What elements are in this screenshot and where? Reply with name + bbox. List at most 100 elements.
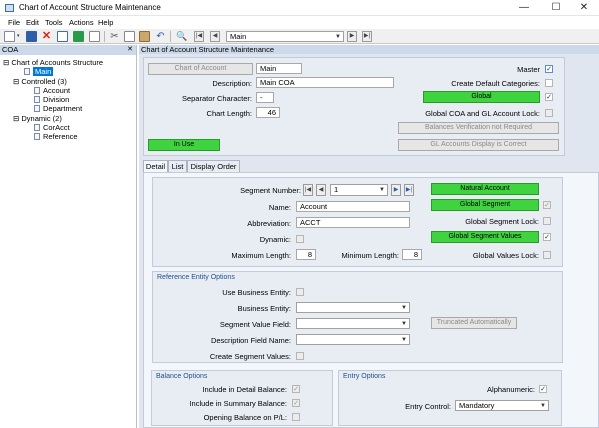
- balances-verification-button[interactable]: Balances Verification not Required: [398, 122, 559, 134]
- global-segment-lock-checkbox[interactable]: [543, 217, 551, 225]
- tree-node-department[interactable]: Department: [34, 104, 82, 113]
- first-record-button[interactable]: |◀: [194, 31, 204, 42]
- coa-tree-panel: COA ✕ ⊟ Chart of Accounts Structure Main…: [0, 45, 137, 428]
- window-title: Chart of Account Structure Maintenance: [19, 3, 161, 12]
- collapse-icon[interactable]: ⊟: [3, 58, 9, 67]
- maximum-length-field[interactable]: 8: [296, 249, 316, 260]
- use-business-entity-checkbox[interactable]: [296, 288, 304, 296]
- refresh-icon[interactable]: [73, 31, 84, 42]
- global-values-lock-label: Global Values Lock:: [472, 251, 539, 260]
- natural-account-button[interactable]: Natural Account: [431, 183, 539, 195]
- tree-node-root-label: Chart of Accounts Structure: [11, 58, 104, 67]
- in-use-button[interactable]: In Use: [148, 139, 220, 151]
- close-icon[interactable]: ✕: [127, 45, 133, 55]
- tree-node-controlled[interactable]: ⊟ Controlled (3): [13, 77, 67, 86]
- description-field-name-label: Description Field Name:: [210, 336, 291, 345]
- global-button[interactable]: Global: [423, 91, 540, 103]
- tree-node-account[interactable]: Account: [34, 86, 70, 95]
- next-segment-button[interactable]: ▶: [391, 184, 401, 196]
- chart-of-account-button[interactable]: Chart of Account: [148, 63, 253, 75]
- next-record-button[interactable]: ▶: [347, 31, 357, 42]
- separator-character-field[interactable]: -: [256, 92, 274, 103]
- abbreviation-field[interactable]: ACCT: [296, 217, 410, 228]
- global-checkbox[interactable]: ✓: [545, 93, 553, 101]
- global-coa-lock-checkbox[interactable]: [545, 109, 553, 117]
- collapse-icon[interactable]: ⊟: [13, 114, 19, 123]
- master-checkbox[interactable]: ✓: [545, 65, 553, 73]
- menu-edit[interactable]: Edit: [26, 18, 39, 27]
- tree-node-division[interactable]: Division: [34, 95, 69, 104]
- separator-character-label: Separator Character:: [181, 94, 252, 103]
- menu-help[interactable]: Help: [98, 18, 113, 27]
- previous-segment-button[interactable]: ◀: [316, 184, 326, 196]
- create-segment-values-checkbox[interactable]: [296, 352, 304, 360]
- last-segment-button[interactable]: ▶|: [404, 184, 414, 196]
- segment-number-select[interactable]: 1 ▼: [330, 184, 388, 196]
- business-entity-select[interactable]: ▼: [296, 302, 410, 313]
- reference-entity-options-title: Reference Entity Options: [157, 274, 235, 281]
- toolbar: ▾ ✕ ✂ ↶ 🔍 |◀ ◀ Main ▼ ▶ ▶|: [0, 29, 599, 44]
- first-segment-button[interactable]: |◀: [303, 184, 313, 196]
- tree-node-label: Division: [43, 95, 70, 104]
- clear-icon[interactable]: [89, 31, 100, 42]
- dynamic-checkbox[interactable]: [296, 235, 304, 243]
- tree-node-main[interactable]: Main: [24, 67, 54, 76]
- include-summary-balance-checkbox[interactable]: ✓: [292, 399, 300, 407]
- minimum-length-field[interactable]: 8: [402, 249, 422, 260]
- maximize-button[interactable]: ☐: [541, 1, 571, 15]
- description-field-name-select[interactable]: ▼: [296, 334, 410, 345]
- global-segment-checkbox[interactable]: ✓: [543, 201, 551, 209]
- tree-node-reference[interactable]: Reference: [34, 132, 78, 141]
- global-values-lock-checkbox[interactable]: [543, 251, 551, 259]
- alphanumeric-label: Alphanumeric:: [487, 385, 535, 394]
- minimize-button[interactable]: —: [509, 1, 539, 15]
- cut-icon[interactable]: ✂: [109, 31, 120, 42]
- name-field[interactable]: Account: [296, 201, 410, 212]
- tab-list[interactable]: List: [168, 160, 187, 172]
- paste-icon[interactable]: [139, 31, 150, 42]
- description-field[interactable]: Main COA: [256, 77, 394, 88]
- include-detail-balance-checkbox[interactable]: ✓: [292, 385, 300, 393]
- segment-number-value: 1: [334, 185, 339, 194]
- tree-node-coracct[interactable]: CorAcct: [34, 123, 70, 132]
- global-segment-values-checkbox[interactable]: ✓: [543, 233, 551, 241]
- alphanumeric-checkbox[interactable]: ✓: [539, 385, 547, 393]
- dynamic-label: Dynamic:: [259, 235, 291, 244]
- record-selector[interactable]: Main ▼: [226, 31, 344, 42]
- undo-icon[interactable]: ↶: [155, 31, 166, 42]
- chevron-down-icon: ▼: [335, 34, 341, 40]
- menu-actions[interactable]: Actions: [69, 18, 94, 27]
- opening-balance-label: Opening Balance on P/L:: [203, 413, 287, 422]
- gl-accounts-display-button[interactable]: GL Accounts Display is Correct: [398, 139, 559, 151]
- previous-record-button[interactable]: ◀: [210, 31, 220, 42]
- copy-icon[interactable]: [124, 31, 135, 42]
- truncated-automatically-button[interactable]: Truncated Automatically: [431, 317, 517, 329]
- entry-control-select[interactable]: Mandatory ▼: [455, 400, 549, 411]
- menu-file[interactable]: File: [8, 18, 20, 27]
- document-icon: [34, 96, 40, 103]
- tab-display-order[interactable]: Display Order: [187, 160, 240, 172]
- segment-number-label: Segment Number:: [240, 186, 301, 195]
- view-icon[interactable]: [57, 31, 68, 42]
- tree-node-dynamic[interactable]: ⊟ Dynamic (2): [13, 114, 62, 123]
- menu-tools[interactable]: Tools: [45, 18, 63, 27]
- entry-control-label: Entry Control:: [405, 402, 451, 411]
- global-segment-button[interactable]: Global Segment: [431, 199, 539, 211]
- new-dropdown-icon[interactable]: ▾: [17, 31, 22, 42]
- document-icon: [34, 124, 40, 131]
- new-icon[interactable]: [4, 31, 15, 42]
- find-icon[interactable]: 🔍: [176, 31, 187, 42]
- save-icon[interactable]: [26, 31, 37, 42]
- collapse-icon[interactable]: ⊟: [13, 77, 19, 86]
- create-default-categories-checkbox[interactable]: [545, 79, 553, 87]
- delete-icon[interactable]: ✕: [41, 31, 52, 42]
- coa-name-field[interactable]: Main: [256, 63, 302, 74]
- title-bar: Chart of Account Structure Maintenance —…: [0, 0, 599, 16]
- global-segment-values-button[interactable]: Global Segment Values: [431, 231, 539, 243]
- tree-node-root[interactable]: ⊟ Chart of Accounts Structure: [3, 58, 103, 67]
- opening-balance-checkbox[interactable]: [292, 413, 300, 421]
- segment-value-field-select[interactable]: ▼: [296, 318, 410, 329]
- last-record-button[interactable]: ▶|: [362, 31, 372, 42]
- chart-length-label: Chart Length:: [206, 109, 252, 118]
- close-button[interactable]: ✕: [569, 1, 599, 15]
